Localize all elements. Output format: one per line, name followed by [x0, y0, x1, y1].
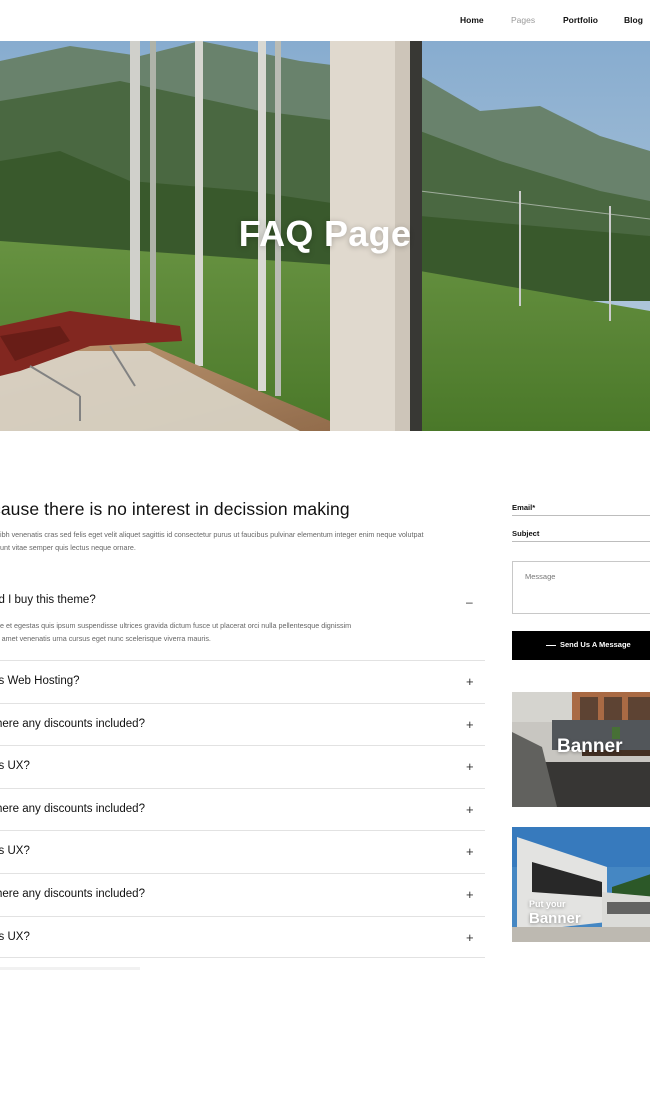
- faq-item[interactable]: here any discounts included? +: [0, 702, 485, 746]
- faq-question[interactable]: is Web Hosting?: [0, 675, 80, 687]
- nav-portfolio[interactable]: Portfolio: [563, 15, 598, 25]
- main-intro-line-1: nibh venenatis cras sed felis eget velit…: [0, 530, 424, 539]
- email-field[interactable]: [512, 515, 650, 516]
- collapse-toggle-icon[interactable]: –: [466, 596, 473, 608]
- expand-plus-icon[interactable]: +: [466, 887, 474, 902]
- banner-2-big-label: Banner: [529, 910, 581, 927]
- expand-plus-icon[interactable]: +: [466, 930, 474, 945]
- faq-question[interactable]: is UX?: [0, 760, 30, 772]
- banner-2-small-label: Put your: [529, 899, 566, 909]
- subject-field-label: Subject: [512, 529, 540, 538]
- nav-blog[interactable]: Blog: [624, 15, 643, 25]
- main-intro-line-2: dunt vitae semper quis lectus neque orna…: [0, 543, 136, 552]
- email-field-label: Email*: [512, 503, 536, 512]
- faq-answer-line-1: ue et egestas quis ipsum suspendisse ult…: [0, 621, 352, 630]
- banner-1-label: Banner: [557, 736, 623, 757]
- expand-plus-icon[interactable]: +: [466, 759, 474, 774]
- faq-question[interactable]: here any discounts included?: [0, 718, 145, 730]
- subject-field[interactable]: [512, 541, 650, 542]
- expand-plus-icon[interactable]: +: [466, 674, 474, 689]
- faq-item[interactable]: is UX? +: [0, 745, 485, 788]
- top-nav: Home Pages Portfolio Blog: [0, 0, 650, 41]
- message-textarea[interactable]: Message: [512, 561, 650, 614]
- page-title: FAQ Page: [238, 213, 412, 254]
- dash-icon: [546, 645, 556, 646]
- faded-text-remnant: [0, 967, 140, 970]
- faq-open-answer: ue et egestas quis ipsum suspendisse ult…: [0, 619, 466, 645]
- sidebar-banner-2[interactable]: Put your Banner: [512, 827, 650, 942]
- faq-item[interactable]: here any discounts included? +: [0, 872, 485, 916]
- send-message-button[interactable]: Send Us A Message: [512, 631, 650, 660]
- hero-banner: FAQ Page: [0, 41, 650, 431]
- faq-item[interactable]: is Web Hosting? +: [0, 660, 485, 703]
- main-intro-text: nibh venenatis cras sed felis eget velit…: [0, 528, 491, 554]
- faq-item[interactable]: here any discounts included? +: [0, 787, 485, 831]
- faq-list: is Web Hosting? + here any discounts inc…: [0, 660, 485, 959]
- faq-question[interactable]: is UX?: [0, 931, 30, 943]
- expand-plus-icon[interactable]: +: [466, 802, 474, 817]
- message-placeholder: Message: [525, 572, 556, 581]
- faq-open-question[interactable]: ld I buy this theme?: [0, 594, 96, 606]
- faq-item[interactable]: is UX? +: [0, 830, 485, 873]
- main-heading: cause there is no interest in decission …: [0, 499, 350, 519]
- nav-home[interactable]: Home: [460, 15, 484, 25]
- faq-item[interactable]: is UX? +: [0, 915, 485, 959]
- faq-answer-line-2: it amet venenatis urna cursus eget nunc …: [0, 634, 211, 643]
- faq-question[interactable]: is UX?: [0, 845, 30, 857]
- faq-question[interactable]: here any discounts included?: [0, 803, 145, 815]
- send-message-label: Send Us A Message: [560, 640, 631, 649]
- expand-plus-icon[interactable]: +: [466, 844, 474, 859]
- faq-question[interactable]: here any discounts included?: [0, 888, 145, 900]
- sidebar-banner-1[interactable]: Banner: [512, 692, 650, 807]
- nav-pages[interactable]: Pages: [511, 15, 535, 25]
- expand-plus-icon[interactable]: +: [466, 717, 474, 732]
